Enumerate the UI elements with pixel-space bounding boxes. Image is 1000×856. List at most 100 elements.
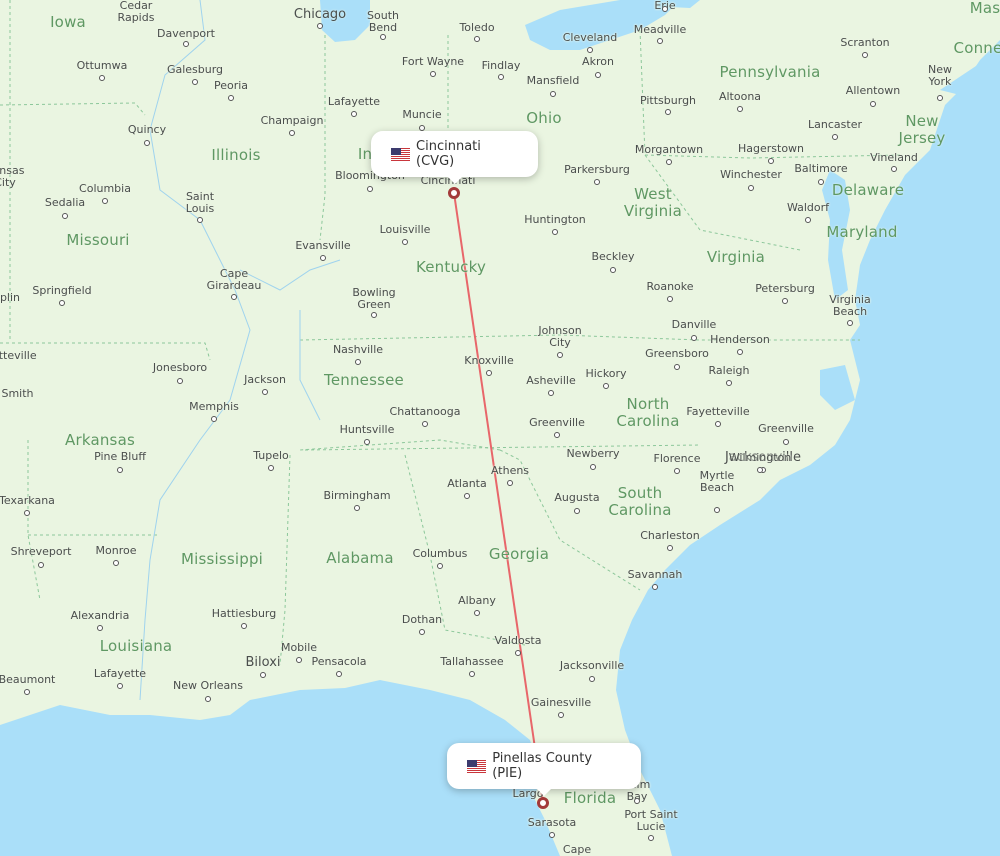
destination-marker[interactable] [537, 797, 549, 809]
city-label: Fort Wayne [401, 55, 465, 68]
city-label: Parkersburg [564, 163, 630, 176]
city-dot-icon [648, 835, 654, 841]
city-label: Johnson City [538, 324, 582, 350]
city-label: Springfield [32, 284, 92, 297]
origin-popup[interactable]: Cincinnati (CVG) [371, 131, 538, 184]
city-label: Cedar Rapids [117, 0, 155, 25]
city-dot-icon [667, 296, 673, 302]
city-label: Nashville [332, 343, 384, 356]
city-label: Pittsburgh [639, 94, 697, 107]
city-dot-icon [289, 130, 295, 136]
city-dot-icon [402, 239, 408, 245]
state-label: Florida [563, 789, 617, 807]
city-label: Knoxville [464, 354, 514, 367]
city-label: Jackson [244, 373, 286, 386]
city-dot-icon [371, 312, 377, 318]
city-label: Shreveport [10, 545, 72, 558]
city-label: Raleigh [708, 364, 750, 377]
city-label: Ottumwa [76, 59, 128, 72]
city-label: Waldorf [786, 201, 830, 214]
city-dot-icon [847, 320, 853, 326]
city-label: Pensacola [311, 655, 367, 668]
origin-marker[interactable] [448, 187, 460, 199]
us-flag-icon [391, 147, 411, 161]
city-dot-icon [228, 95, 234, 101]
city-label: Birmingham [323, 489, 391, 502]
city-label: Chattanooga [389, 405, 461, 418]
map-canvas[interactable]: Iowa Illinois Missouri Kentucky Tennessee Ark… [0, 0, 1000, 856]
city-label: Huntsville [339, 423, 395, 436]
city-label: Kansas City [0, 164, 25, 190]
city-label: Atlanta [447, 477, 487, 490]
city-label: Hagerstown [737, 142, 805, 155]
city-label: Winchester [720, 168, 782, 181]
city-dot-icon [469, 671, 475, 677]
city-dot-icon [320, 255, 326, 261]
city-label: Savannah [627, 568, 683, 581]
city-label: Hattiesburg [211, 607, 277, 620]
state-label: Kentucky [415, 258, 487, 276]
city-label: New York [928, 63, 952, 89]
city-label: Wilmington [728, 451, 792, 464]
city-label: Augusta [554, 491, 600, 504]
destination-label: Pinellas County (PIE) [492, 751, 593, 781]
city-dot-icon [97, 625, 103, 631]
city-label: Muncie [402, 108, 442, 121]
city-label: Henderson [710, 333, 770, 346]
city-label: Columbus [412, 547, 468, 560]
city-label: New Orleans [173, 679, 243, 692]
city-label: Albany [458, 594, 496, 607]
city-label: Sarasota [527, 816, 577, 829]
city-dot-icon [430, 71, 436, 77]
state-label: Iowa [50, 13, 86, 31]
city-label: Petersburg [755, 282, 815, 295]
city-dot-icon [177, 378, 183, 384]
city-label: Fayetteville [686, 405, 750, 418]
city-dot-icon [782, 298, 788, 304]
city-dot-icon [205, 696, 211, 702]
city-dot-icon [117, 467, 123, 473]
city-dot-icon [662, 6, 668, 12]
city-label: Greenville [529, 416, 585, 429]
city-dot-icon [464, 493, 470, 499]
city-label: Fort Smith [1, 387, 34, 400]
city-dot-icon [113, 560, 119, 566]
city-dot-icon [665, 109, 671, 115]
city-label: Gainesville [530, 696, 592, 709]
city-label: Port Saint Lucie [624, 808, 678, 834]
city-label: Newberry [566, 447, 620, 460]
city-dot-icon [24, 510, 30, 516]
city-dot-icon [667, 545, 673, 551]
city-label: Greenville [758, 422, 814, 435]
city-dot-icon [610, 267, 616, 273]
state-label: North Carolina [616, 395, 680, 430]
us-flag-icon [467, 759, 487, 773]
state-label: Missouri [66, 231, 130, 249]
city-dot-icon [714, 507, 720, 513]
city-dot-icon [474, 610, 480, 616]
city-label: Lancaster [808, 118, 862, 131]
city-label: Huntington [524, 213, 586, 226]
city-dot-icon [354, 505, 360, 511]
city-label: Meadville [633, 23, 687, 36]
state-label: Pennsylvania [719, 63, 821, 81]
city-label: Chicago [293, 7, 347, 22]
city-dot-icon [666, 159, 672, 165]
state-label: Alabama [326, 549, 394, 567]
state-label: Virginia [706, 248, 766, 266]
city-dot-icon [832, 134, 838, 140]
city-label: Asheville [526, 374, 576, 387]
city-dot-icon [783, 439, 789, 445]
city-dot-icon [757, 467, 763, 473]
state-label: Maryland [826, 223, 898, 241]
state-label: Ohio [526, 109, 562, 127]
city-label: Saint Louis [185, 190, 215, 216]
city-label: Toledo [459, 21, 495, 34]
city-label: Scranton [840, 36, 890, 49]
city-label: Athens [490, 464, 530, 477]
state-label: Illinois [211, 146, 261, 164]
state-label: New Jersey [898, 112, 946, 147]
city-dot-icon [554, 432, 560, 438]
city-label: Allentown [845, 84, 901, 97]
destination-popup[interactable]: Pinellas County (PIE) [447, 743, 641, 796]
